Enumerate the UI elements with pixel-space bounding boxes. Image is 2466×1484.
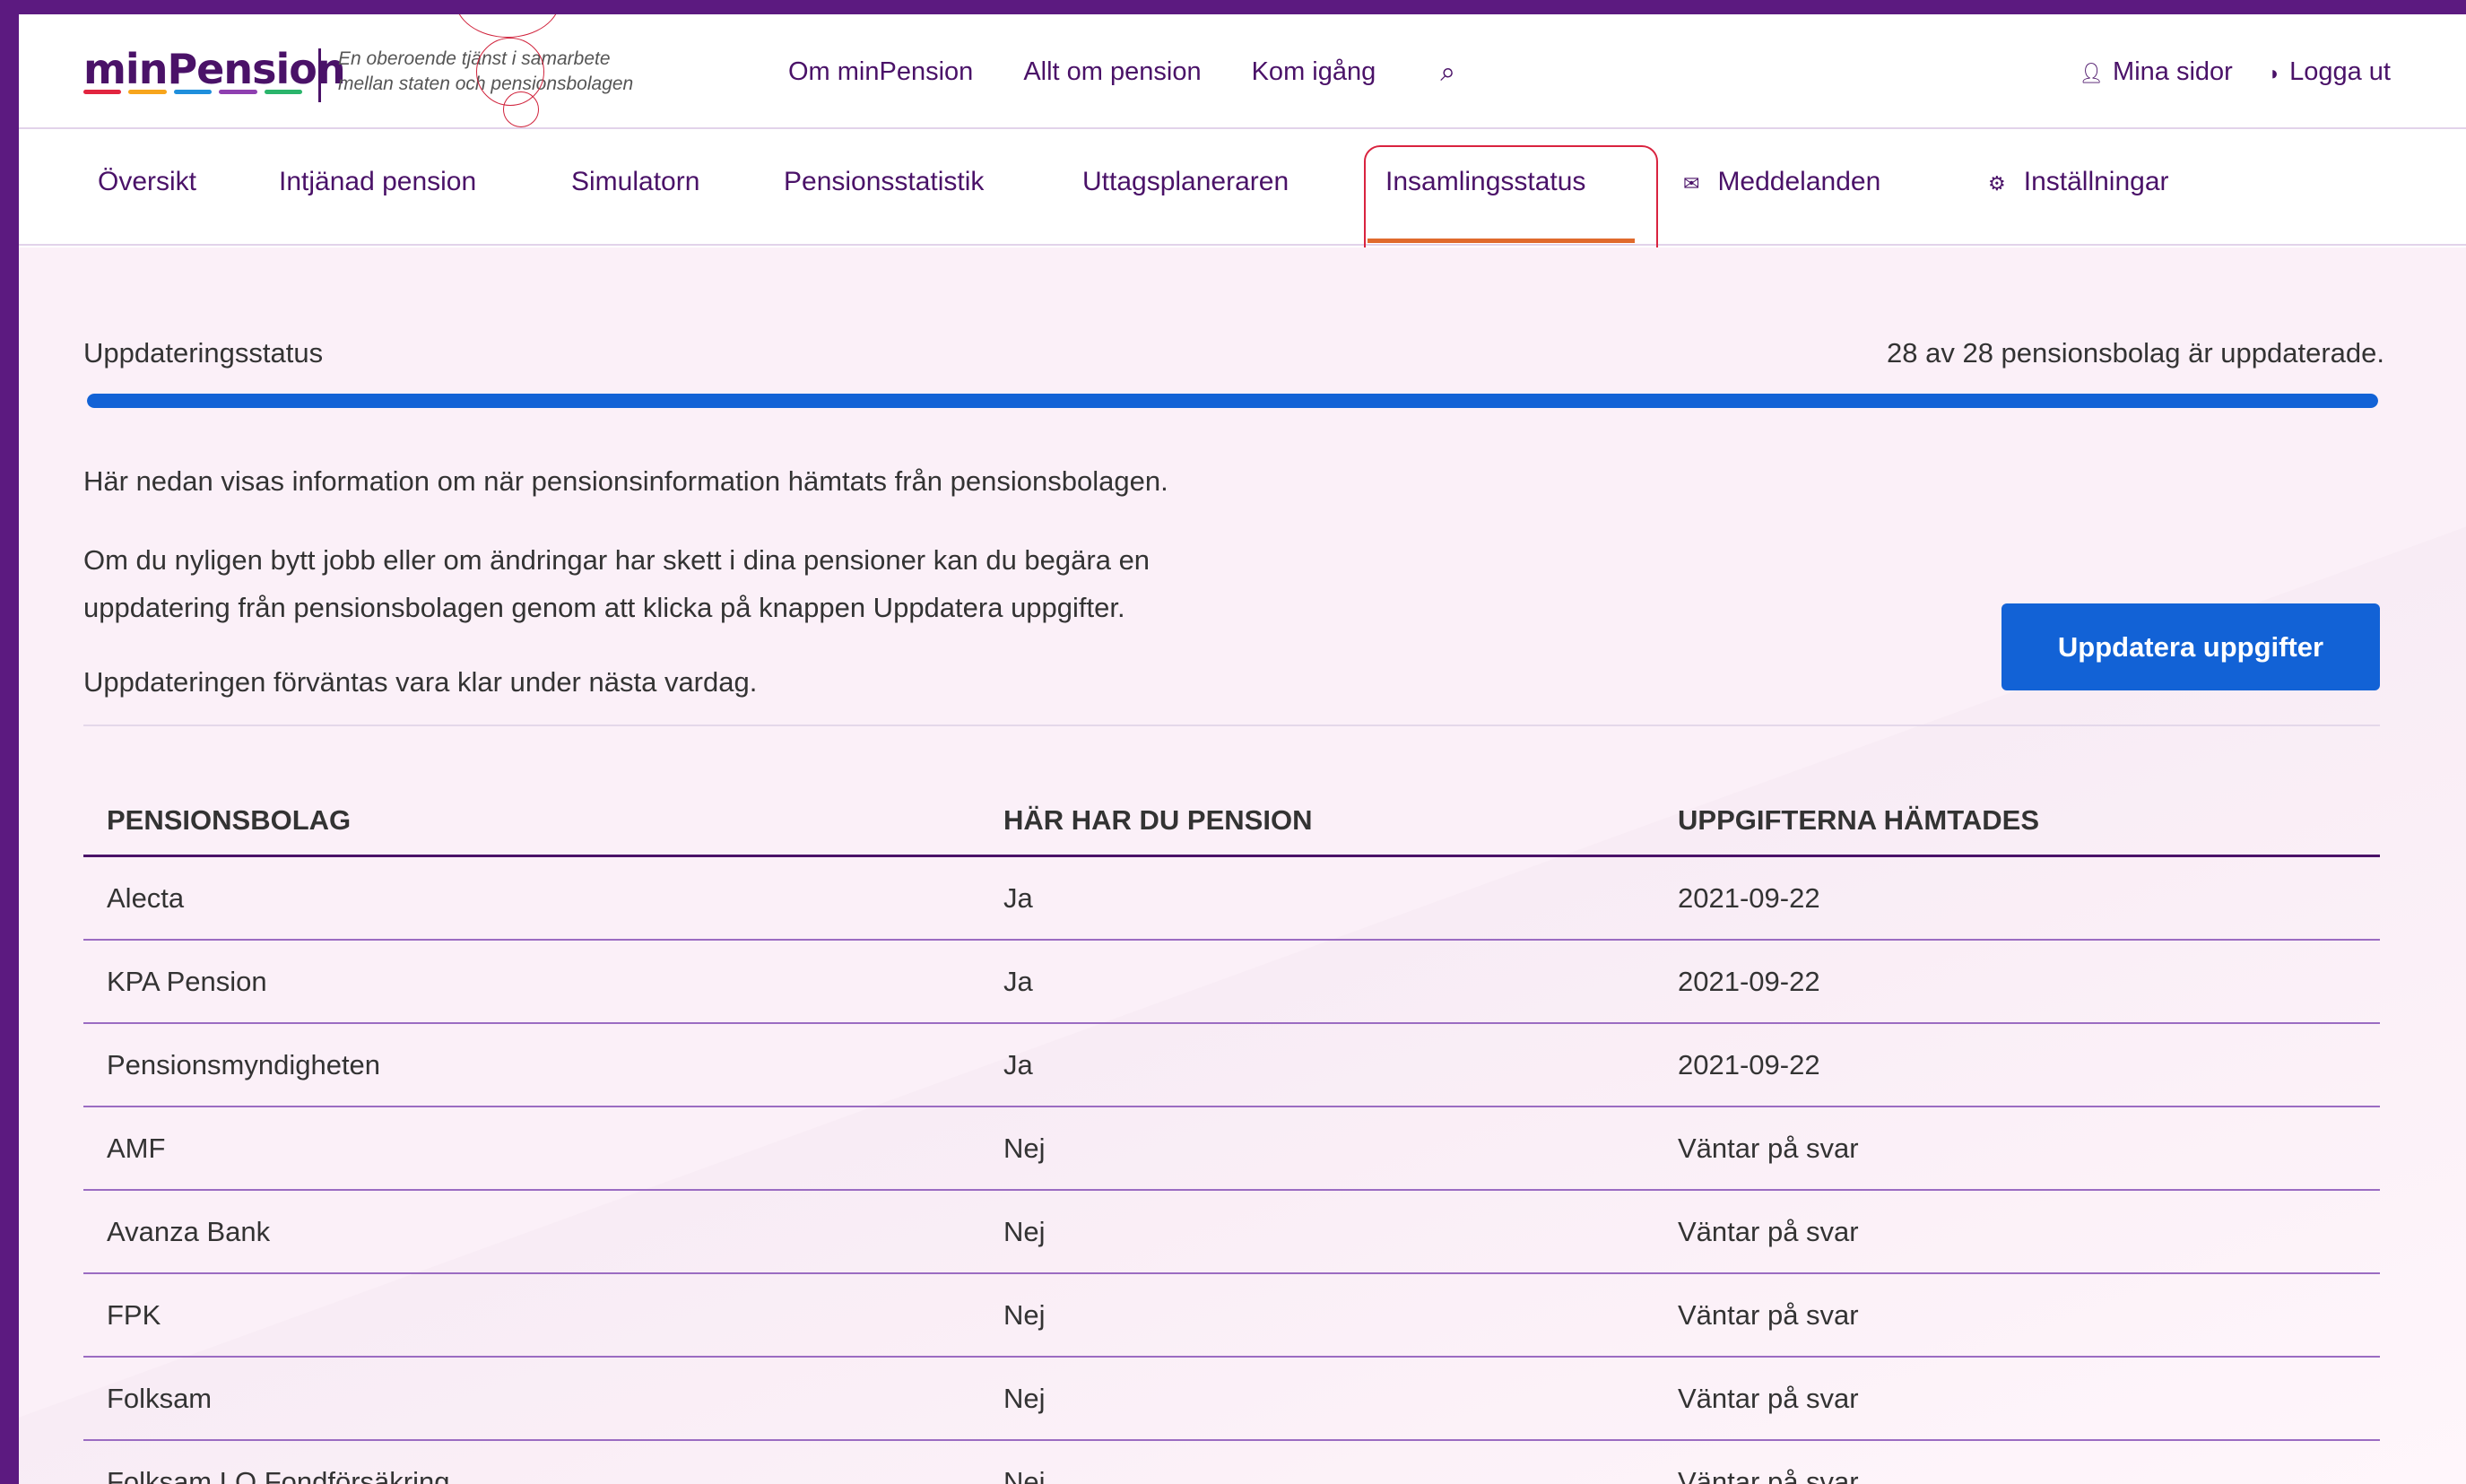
column-header-has-pension: HÄR HAR DU PENSION [1003,803,1313,836]
minpension-logo[interactable]: minPension [83,45,346,93]
gear-icon: ⚙ [1988,172,2006,195]
search-icon[interactable]: ⌕ [1440,57,1455,88]
app-window: minPension En oberoende tjänst i samarbe… [19,14,2466,1484]
cell-company: FPK [107,1298,161,1331]
envelope-icon: ✉ [1683,172,1700,195]
topnav-kom-igang[interactable]: Kom igång [1252,57,1376,88]
cell-has-pension: Nej [1003,1465,1046,1484]
cell-company: KPA Pension [107,965,267,997]
logo-color-stripe [83,90,303,94]
tab-simulatorn[interactable]: Simulatorn [571,167,699,197]
table-row: Pensionsmyndigheten Ja 2021-09-22 [83,1024,2380,1107]
logo-stripe-segment [83,90,122,94]
topnav-allt-om-pension[interactable]: Allt om pension [1023,57,1201,88]
tab-uttagsplaneraren[interactable]: Uttagsplaneraren [1082,167,1289,197]
cell-company: Pensionsmyndigheten [107,1048,381,1080]
table-row: KPA Pension Ja 2021-09-22 [83,941,2380,1024]
cell-has-pension: Nej [1003,1215,1046,1247]
cell-fetched: 2021-09-22 [1678,1048,1820,1080]
logo-stripe-segment [219,90,257,94]
tab-oversikt[interactable]: Översikt [98,167,196,197]
tab-pensionsstatistik[interactable]: Pensionsstatistik [784,167,984,197]
cell-fetched: 2021-09-22 [1678,881,1820,914]
main-content: Uppdateringsstatus 28 av 28 pensionsbola… [19,247,2466,1484]
my-pages-label: Mina sidor [2113,57,2233,86]
update-data-button[interactable]: Uppdatera uppgifter [2001,603,2380,690]
table-row: AMF Nej Väntar på svar [83,1107,2380,1191]
cell-has-pension: Nej [1003,1298,1046,1331]
top-header: minPension En oberoende tjänst i samarbe… [19,14,2466,129]
user-icon: 👤︎ [2079,62,2105,84]
cell-company: Folksam LO Fondförsäkring [107,1465,450,1484]
tagline-line-1: En oberoende tjänst i samarbete [338,48,611,69]
tagline: En oberoende tjänst i samarbete mellan s… [338,47,760,97]
table-row: Folksam Nej Väntar på svar [83,1358,2380,1441]
column-header-company: PENSIONSBOLAG [107,803,352,836]
info-paragraph-2: Om du nyligen bytt jobb eller om ändring… [83,536,1150,631]
table-row: Avanza Bank Nej Väntar på svar [83,1191,2380,1274]
logo-separator [318,48,321,102]
info-paragraph-3: Uppdateringen förväntas vara klar under … [83,666,758,698]
table-body: Alecta Ja 2021-09-22 KPA Pension Ja 2021-09-2… [83,857,2380,1484]
cell-company: Folksam [107,1382,213,1414]
column-header-fetched: UPPGIFTERNA HÄMTADES [1678,803,2039,836]
tab-meddelanden[interactable]: ✉ Meddelanden [1683,167,1880,197]
table-row: Folksam LO Fondförsäkring Nej Väntar på sv… [83,1441,2380,1484]
topnav-om-minpension[interactable]: Om minPension [788,57,973,88]
logo-stripe-segment [128,90,167,94]
cell-fetched: Väntar på svar [1678,1465,1859,1484]
logout-label: Logga ut [2289,57,2391,86]
cell-fetched: Väntar på svar [1678,1382,1859,1414]
cell-fetched: Väntar på svar [1678,1298,1859,1331]
update-status-count: 28 av 28 pensionsbolag är uppdaterade. [1887,337,2384,369]
update-progress-fill [87,394,2378,408]
table-header: PENSIONSBOLAG HÄR HAR DU PENSION UPPGIFT… [83,785,2380,857]
cell-has-pension: Ja [1003,1048,1033,1080]
tab-installningar-label: Inställningar [2023,167,2169,196]
update-status-label: Uppdateringsstatus [83,337,324,369]
pension-companies-table: PENSIONSBOLAG HÄR HAR DU PENSION UPPGIFT… [83,785,2380,1484]
logo-stripe-segment [264,90,303,94]
cell-company: Alecta [107,881,185,914]
cell-fetched: Väntar på svar [1678,1215,1859,1247]
table-row: FPK Nej Väntar på svar [83,1274,2380,1358]
cell-has-pension: Nej [1003,1382,1046,1414]
table-row: Alecta Ja 2021-09-22 [83,857,2380,941]
tagline-line-2: mellan staten och pensionsbolagen [338,74,634,94]
my-pages-link[interactable]: 👤︎ Mina sidor [2079,57,2233,87]
logout-link[interactable]: ◗ Logga ut [2269,57,2391,87]
cell-company: Avanza Bank [107,1215,271,1247]
top-nav: Om minPension Allt om pension Kom igång … [788,57,1455,88]
info-paragraph-1: Här nedan visas information om när pensi… [83,465,1168,497]
update-progress-bar [87,394,2378,408]
tab-meddelanden-label: Meddelanden [1717,167,1881,196]
annotation-circle [503,91,539,127]
sub-nav: Översikt Intjänad pension Simulatorn Pen… [19,131,2466,246]
cell-company: AMF [107,1132,166,1164]
annotation-circle [455,14,560,38]
cell-has-pension: Ja [1003,881,1033,914]
logo-stripe-segment [173,90,213,94]
cell-fetched: 2021-09-22 [1678,965,1820,997]
logout-icon: ◗ [2268,62,2281,84]
info-paragraph-2-line-1: Om du nyligen bytt jobb eller om ändring… [83,544,1151,576]
tab-installningar[interactable]: ⚙ Inställningar [1988,167,2169,197]
info-paragraph-2-line-2: uppdatering från pensionsbolagen genom a… [83,592,1125,623]
cell-has-pension: Ja [1003,965,1033,997]
cell-has-pension: Nej [1003,1132,1046,1164]
user-links: 👤︎ Mina sidor ◗ Logga ut [2079,57,2391,87]
cell-fetched: Väntar på svar [1678,1132,1859,1164]
content-divider [83,725,2380,726]
tab-intjanad-pension[interactable]: Intjänad pension [279,167,476,197]
